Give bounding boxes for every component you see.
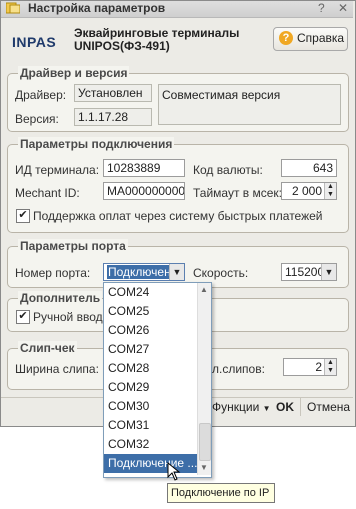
help-icon[interactable]: ? (318, 1, 325, 15)
list-item[interactable]: COM32 (104, 435, 200, 454)
help-button[interactable]: ? Справка (273, 27, 348, 51)
chevron-down-icon: ▼ (262, 404, 271, 413)
version-label: Версия: (15, 112, 59, 126)
slip-count-input[interactable]: 2 ▲ ▼ (283, 358, 337, 376)
currency-input[interactable]: 643 (281, 159, 337, 177)
terminal-id-label: ИД терминала: (15, 163, 100, 177)
merchant-id-input[interactable]: MA0000000001 (103, 182, 185, 200)
additional-group-legend: Дополнитель (18, 291, 103, 305)
sbp-label: Поддержка оплат через систему быстрых пл… (33, 209, 323, 223)
currency-label: Код валюты: (193, 163, 263, 177)
scrollbar-thumb[interactable] (199, 423, 211, 461)
list-item-selected[interactable]: Подключение ... (104, 454, 200, 473)
question-icon: ? (279, 31, 293, 45)
driver-label: Драйвер: (15, 88, 67, 102)
timeout-label: Таймаут в мсек: (193, 186, 283, 200)
driver-field: Установлен (74, 84, 152, 102)
compat-version-field: Совместимая версия (158, 84, 341, 125)
inpas-logo: INPAS (12, 34, 57, 50)
window-title: Настройка параметров (28, 1, 166, 15)
version-field: 1.1.17.28 (74, 108, 152, 126)
port-dropdown-list[interactable]: COM24 COM25 COM26 COM27 COM28 COM29 COM3… (103, 282, 212, 478)
functions-label: Функции (212, 400, 260, 414)
slip-count-spinner[interactable]: ▲ ▼ (324, 359, 336, 375)
footer-separator (300, 398, 301, 416)
header-title-line1: Эквайринговые терминалы (74, 26, 240, 40)
sbp-checkbox[interactable]: ✔ (16, 209, 30, 223)
speed-value: 115200 (285, 265, 325, 279)
list-item[interactable]: COM29 (104, 378, 200, 397)
list-item[interactable]: COM31 (104, 416, 200, 435)
timeout-input[interactable]: 2 000 ▲ ▼ (281, 182, 337, 200)
list-item[interactable]: COM27 (104, 340, 200, 359)
terminal-id-input[interactable]: 10283889 (103, 159, 185, 177)
slip-group-legend: Слип-чек (18, 341, 77, 355)
list-item[interactable]: COM28 (104, 359, 200, 378)
chevron-down-icon[interactable]: ▼ (169, 264, 184, 280)
port-group-legend: Параметры порта (18, 239, 128, 253)
timeout-value: 2 000 (291, 184, 322, 198)
driver-group-legend: Драйвер и версия (18, 66, 130, 80)
connection-group-legend: Параметры подключения (18, 137, 175, 151)
merchant-label: Mechant ID: (15, 186, 80, 200)
help-button-label: Справка (297, 31, 345, 45)
speed-label: Скорость: (193, 266, 249, 280)
ok-button[interactable]: OK (276, 400, 294, 414)
list-item[interactable]: COM24 (104, 283, 200, 302)
functions-menu[interactable]: Функции ▼ (212, 400, 271, 414)
dropdown-scrollbar[interactable]: ▲ ▼ (197, 283, 211, 475)
mouse-cursor-icon (167, 461, 183, 482)
tooltip: Подключение по IP (167, 483, 275, 503)
port-combobox[interactable]: Подключение ▼ (103, 263, 185, 281)
port-label: Номер порта: (15, 266, 91, 280)
close-icon[interactable]: ✕ (338, 1, 348, 15)
list-item[interactable]: COM30 (104, 397, 200, 416)
header-title-line2: UNIPOS(ФЗ-491) (74, 39, 170, 53)
scroll-up-icon[interactable]: ▲ (200, 285, 208, 294)
timeout-spinner[interactable]: ▲ ▼ (324, 183, 336, 199)
slip-count-value: 2 (315, 360, 322, 374)
manual-input-checkbox[interactable]: ✔ (16, 310, 30, 324)
slip-count-label: л.слипов: (212, 362, 265, 376)
chevron-down-icon[interactable]: ▼ (321, 264, 336, 280)
slip-width-label: Ширина слипа: (15, 362, 99, 376)
list-item[interactable]: COM25 (104, 302, 200, 321)
speed-combobox[interactable]: 115200 ▼ (281, 263, 337, 281)
scroll-down-icon[interactable]: ▼ (200, 463, 208, 472)
cancel-button[interactable]: Отмена (307, 400, 350, 414)
list-item[interactable]: COM26 (104, 321, 200, 340)
window-app-icon (5, 2, 21, 14)
